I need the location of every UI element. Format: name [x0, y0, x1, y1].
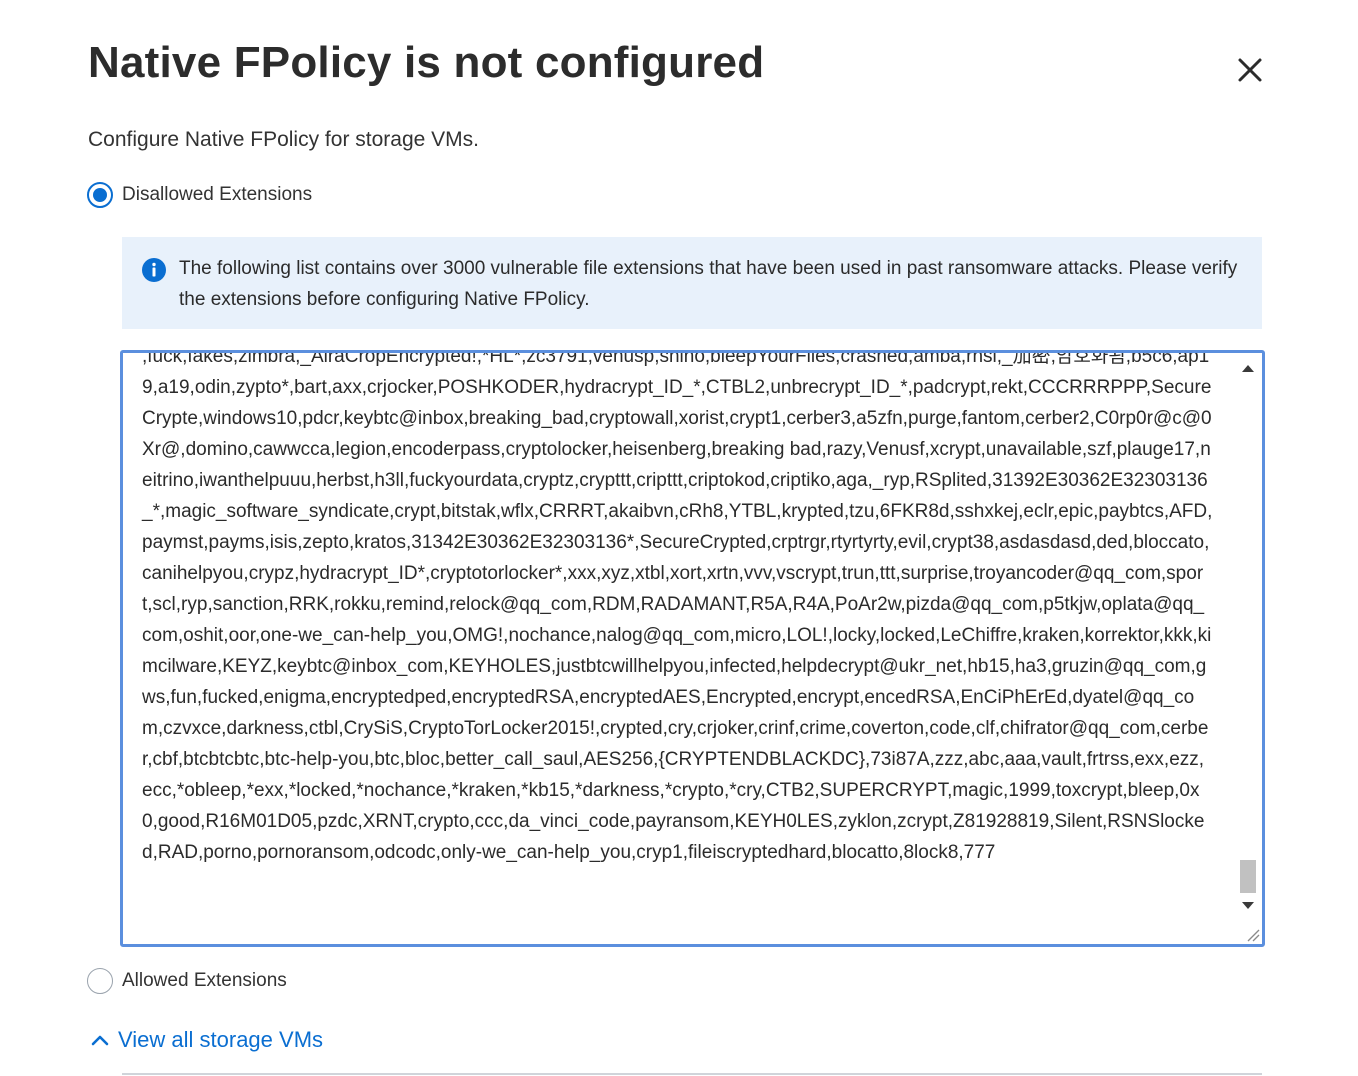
dialog-subtitle: Configure Native FPolicy for storage VMs… — [88, 128, 479, 151]
view-all-storage-vms-label: View all storage VMs — [118, 1027, 324, 1052]
disallowed-extensions-radio[interactable] — [87, 182, 113, 208]
resize-handle-icon[interactable] — [1246, 928, 1260, 942]
info-icon — [142, 258, 166, 282]
allowed-extensions-radio-option[interactable]: Allowed Extensions — [87, 968, 287, 994]
info-banner-text: The following list contains over 3000 vu… — [179, 258, 1238, 310]
textarea-scrollbar[interactable] — [1238, 357, 1258, 927]
scroll-up-arrow-icon[interactable] — [1242, 365, 1254, 372]
info-banner: The following list contains over 3000 vu… — [122, 237, 1262, 329]
allowed-extensions-label: Allowed Extensions — [122, 970, 287, 991]
allowed-extensions-radio[interactable] — [87, 968, 113, 994]
view-all-storage-vms-link[interactable]: View all storage VMs — [90, 1027, 323, 1053]
chevron-up-icon — [91, 1035, 109, 1046]
scroll-down-arrow-icon[interactable] — [1242, 902, 1254, 909]
disallowed-extensions-radio-option[interactable]: Disallowed Extensions — [87, 182, 312, 208]
fpolicy-dialog: Native FPolicy is not configured Configu… — [0, 0, 1358, 1076]
close-button[interactable] — [1232, 52, 1268, 88]
close-icon — [1238, 58, 1262, 82]
scrollbar-thumb[interactable] — [1240, 860, 1256, 893]
dialog-title: Native FPolicy is not configured — [88, 38, 765, 87]
extensions-textarea-container — [120, 350, 1265, 947]
disallowed-extensions-label: Disallowed Extensions — [122, 184, 313, 205]
section-divider — [122, 1073, 1262, 1075]
extensions-textarea[interactable] — [123, 353, 1213, 941]
